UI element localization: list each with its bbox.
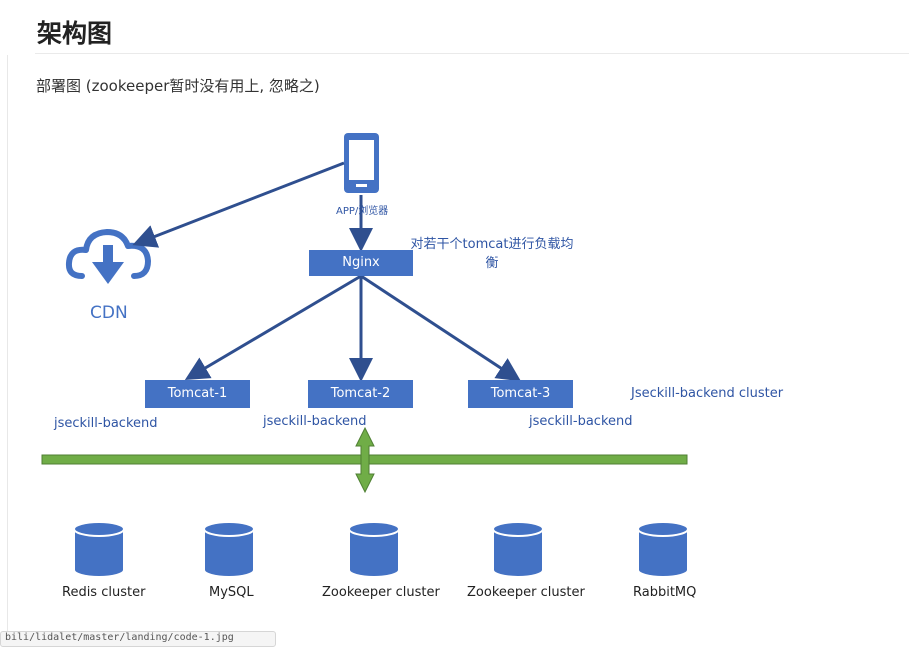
cdn-label: CDN xyxy=(90,303,128,323)
tomcat-node-1: Tomcat-1 xyxy=(145,380,250,408)
nginx-node: Nginx xyxy=(309,250,413,276)
database-icon-redis xyxy=(73,521,125,578)
client-label: APP/浏览器 xyxy=(336,206,389,217)
datastore-label-redis: Redis cluster xyxy=(62,585,146,600)
tomcat-node-3: Tomcat-3 xyxy=(468,380,573,408)
phone-icon xyxy=(344,133,379,193)
database-icon-mysql xyxy=(203,521,255,578)
architecture-diagram xyxy=(41,133,689,578)
status-bar-url: bili/lidalet/master/landing/code-1.jpg xyxy=(0,631,276,647)
database-icon-zookeeper-1 xyxy=(348,521,400,578)
database-icons xyxy=(73,521,689,578)
cloud-download-icon xyxy=(65,229,151,284)
datastore-label-mysql: MySQL xyxy=(209,585,254,600)
datastore-label-zookeeper-2: Zookeeper cluster xyxy=(467,585,585,600)
cluster-label: Jseckill-backend cluster xyxy=(631,386,784,401)
database-icon-rabbitmq xyxy=(637,521,689,578)
datastore-label-zookeeper-1: Zookeeper cluster xyxy=(322,585,440,600)
tomcat-node-2: Tomcat-2 xyxy=(308,380,413,408)
database-icon-zookeeper-2 xyxy=(492,521,544,578)
backend-label-3: jseckill-backend xyxy=(529,414,633,429)
backend-label-1: jseckill-backend xyxy=(54,416,158,431)
backend-label-2: jseckill-backend xyxy=(263,414,367,429)
nginx-note: 对若干个tomcat进行负载均衡 xyxy=(410,237,574,271)
datastore-label-rabbitmq: RabbitMQ xyxy=(633,585,697,600)
